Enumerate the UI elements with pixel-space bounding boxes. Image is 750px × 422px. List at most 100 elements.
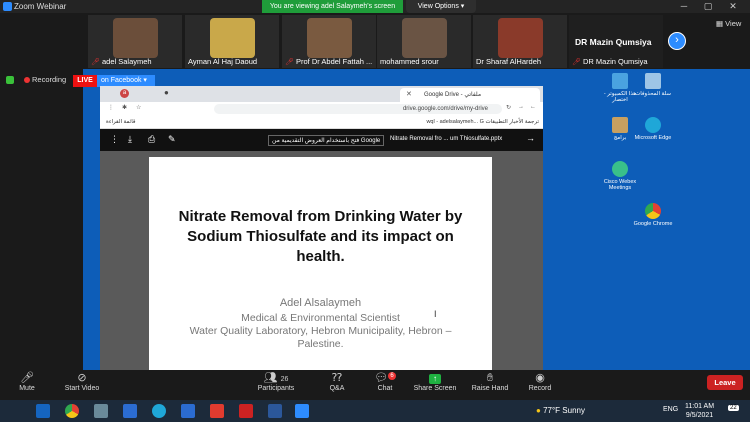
participants-button[interactable]: 👥︎ 26 Participants — [252, 372, 300, 392]
participant-tile[interactable]: 🎤︎ Prof Dr Abdel Fattah ... — [282, 15, 376, 68]
remote-icon[interactable] — [239, 404, 253, 418]
add-comment-icon[interactable]: ✎ — [168, 134, 176, 145]
mute-button[interactable]: 🎤︎ Mute — [12, 372, 42, 392]
desktop-icon-label: سلة المحذوفات — [635, 91, 671, 97]
weather-widget[interactable]: ● 77°F Sunny — [536, 406, 585, 415]
view-options-button[interactable]: View Options ▾ — [406, 0, 476, 13]
edge-taskbar-icon[interactable] — [152, 404, 166, 418]
slide-title: Nitrate Removal from Drinking Water by S… — [178, 208, 463, 265]
reading-list[interactable]: قائمة القراءة — [106, 116, 136, 129]
participant-name: Ayman Al Haj Daoud — [188, 57, 258, 66]
participant-video — [402, 18, 447, 58]
desktop-icon-label: Google Chrome — [633, 221, 673, 227]
muted-mic-icon: 🎤︎ — [572, 59, 581, 66]
desktop-icon-recycle-bin[interactable]: سلة المحذوفات — [633, 73, 673, 97]
qa-label: Q&A — [329, 385, 345, 392]
recording-indicator: Recording — [6, 75, 67, 85]
shield-icon — [6, 76, 14, 85]
view-button[interactable]: ▦ View — [716, 19, 741, 28]
open-with-button[interactable]: فتح باستخدام العروض التقديمية من Google — [268, 135, 385, 146]
url-field[interactable]: drive.google.com/drive/my-drive — [214, 104, 502, 114]
bookmarks-right[interactable]: wql - adelsalaymeh... G ترجمة الأخبار ال… — [426, 116, 539, 129]
tab-title: Google Drive - ملفاتي — [424, 92, 482, 98]
start-video-label: Start Video — [64, 385, 100, 392]
slide-role: Medical & Environmental Scientist — [241, 312, 400, 324]
participant-tile[interactable]: Dr Sharaf AlHardeh — [473, 15, 567, 68]
desktop-icon-label: هذا الكمبيوتر - اختصار — [603, 91, 637, 103]
browser-tab[interactable]: ✕ Google Drive - ملفاتي — [400, 88, 540, 102]
bookmarks-bar: قائمة القراءة wql - adelsalaymeh... G تر… — [100, 116, 543, 129]
more-vert-icon[interactable]: ⋮ — [110, 134, 119, 145]
desktop-icon-chrome[interactable]: Google Chrome — [633, 203, 673, 227]
video-off-icon: ⊘ — [77, 372, 87, 384]
muted-mic-icon: 🎤︎ — [91, 59, 100, 66]
anydesk-icon[interactable] — [210, 404, 224, 418]
calendar-icon[interactable] — [123, 404, 137, 418]
chrome-taskbar-icon[interactable] — [65, 404, 79, 418]
clock-date: 9/5/2021 — [685, 412, 714, 419]
recording-label: Recording — [32, 75, 67, 84]
record-dot-icon — [24, 77, 30, 84]
download-icon[interactable]: ⤓ — [128, 134, 132, 145]
participant-tile[interactable]: mohammed srour — [377, 15, 471, 68]
maximize-icon[interactable]: ▢ — [697, 0, 719, 13]
tab-close-icon[interactable]: ✕ — [406, 88, 412, 102]
participant-video — [307, 18, 352, 58]
share-screen-icon: ↑ — [429, 374, 441, 384]
record-button[interactable]: ◉ Record — [524, 372, 556, 392]
share-screen-button[interactable]: ↑ Share Screen — [412, 372, 458, 392]
participants-icon: 👥︎ — [263, 372, 278, 384]
participant-name: mohammed srour — [380, 57, 439, 66]
minimize-icon[interactable]: ─ — [673, 0, 695, 13]
participant-video — [113, 18, 158, 58]
participant-tile[interactable]: 🎤︎ adel Salaymeh — [88, 15, 182, 68]
start-video-button[interactable]: ⊘ Start Video — [60, 372, 104, 392]
chat-button[interactable]: 💬︎ 6 Chat — [370, 372, 400, 392]
participant-tile[interactable]: DR Mazin Qumsiya 🎤︎ DR Mazin Qumsiya — [569, 15, 663, 68]
text-cursor-icon: I — [434, 309, 437, 319]
participant-name: adel Salaymeh — [101, 57, 152, 66]
window-titlebar: Zoom Webinar You are viewing adel Salaym… — [0, 0, 750, 13]
close-viewer-icon[interactable]: → — [526, 133, 535, 143]
menu-dots-icon[interactable]: ⋮ — [108, 104, 114, 111]
print-icon[interactable]: ⎙ — [148, 134, 155, 145]
word-icon[interactable] — [268, 404, 282, 418]
back-icon[interactable]: ← — [530, 104, 536, 110]
presentation-slide: Nitrate Removal from Drinking Water by S… — [149, 157, 492, 370]
app-icon[interactable] — [94, 404, 108, 418]
desktop-icon-label: Microsoft Edge — [634, 135, 672, 141]
notification-badge[interactable]: 22 — [728, 405, 739, 411]
forward-icon[interactable]: → — [518, 104, 524, 110]
viewer-toolbar: ⋮ ⤓ ⎙ ✎ فتح باستخدام العروض التقديمية من… — [100, 129, 543, 151]
sun-icon: ● — [536, 406, 541, 415]
language-indicator[interactable]: ENG — [663, 406, 678, 413]
live-badge: LIVE — [73, 75, 97, 87]
leave-button[interactable]: Leave — [707, 375, 743, 390]
participant-name-large: DR Mazin Qumsiya — [575, 37, 652, 47]
close-icon[interactable]: ✕ — [722, 0, 744, 13]
recycle-bin-icon — [645, 73, 661, 89]
participant-tile[interactable]: Ayman Al Haj Daoud — [185, 15, 279, 68]
puzzle-icon[interactable]: ✱ — [122, 104, 127, 111]
outlook-icon[interactable] — [36, 404, 50, 418]
participant-video — [210, 18, 255, 58]
raise-hand-button[interactable]: ✋︎ Raise Hand — [470, 372, 510, 392]
desktop-icon-webex[interactable]: Cisco Webex Meetings — [600, 161, 640, 191]
system-clock[interactable]: 11:01 AM 9/5/2021 — [685, 402, 714, 420]
mail-icon[interactable] — [181, 404, 195, 418]
zoom-taskbar-icon[interactable] — [295, 404, 309, 418]
file-title: Nitrate Removal fro ... um Thiosulfate.p… — [390, 136, 503, 142]
reload-icon[interactable]: ↻ — [506, 104, 511, 111]
browser-tabstrip: a ● + ✕ Google Drive - ملفاتي — [100, 86, 543, 102]
window-title: Zoom Webinar — [14, 2, 67, 11]
drive-file-viewer: ⋮ ⤓ ⎙ ✎ فتح باستخدام العروض التقديمية من… — [100, 129, 543, 370]
next-page-button[interactable]: › — [668, 32, 686, 50]
qa-button[interactable]: ⁇ Q&A — [322, 372, 352, 392]
browser-window: a ● + ✕ Google Drive - ملفاتي ⋮ ✱ ☆ driv… — [100, 86, 543, 370]
chat-badge: 6 — [388, 372, 396, 380]
profile-avatar[interactable]: a — [120, 89, 129, 98]
clock-time: 11:01 AM — [685, 403, 715, 410]
star-icon[interactable]: ☆ — [136, 104, 141, 111]
desktop-icon-edge[interactable]: Microsoft Edge — [633, 117, 673, 141]
participant-name: DR Mazin Qumsiya — [582, 57, 648, 66]
